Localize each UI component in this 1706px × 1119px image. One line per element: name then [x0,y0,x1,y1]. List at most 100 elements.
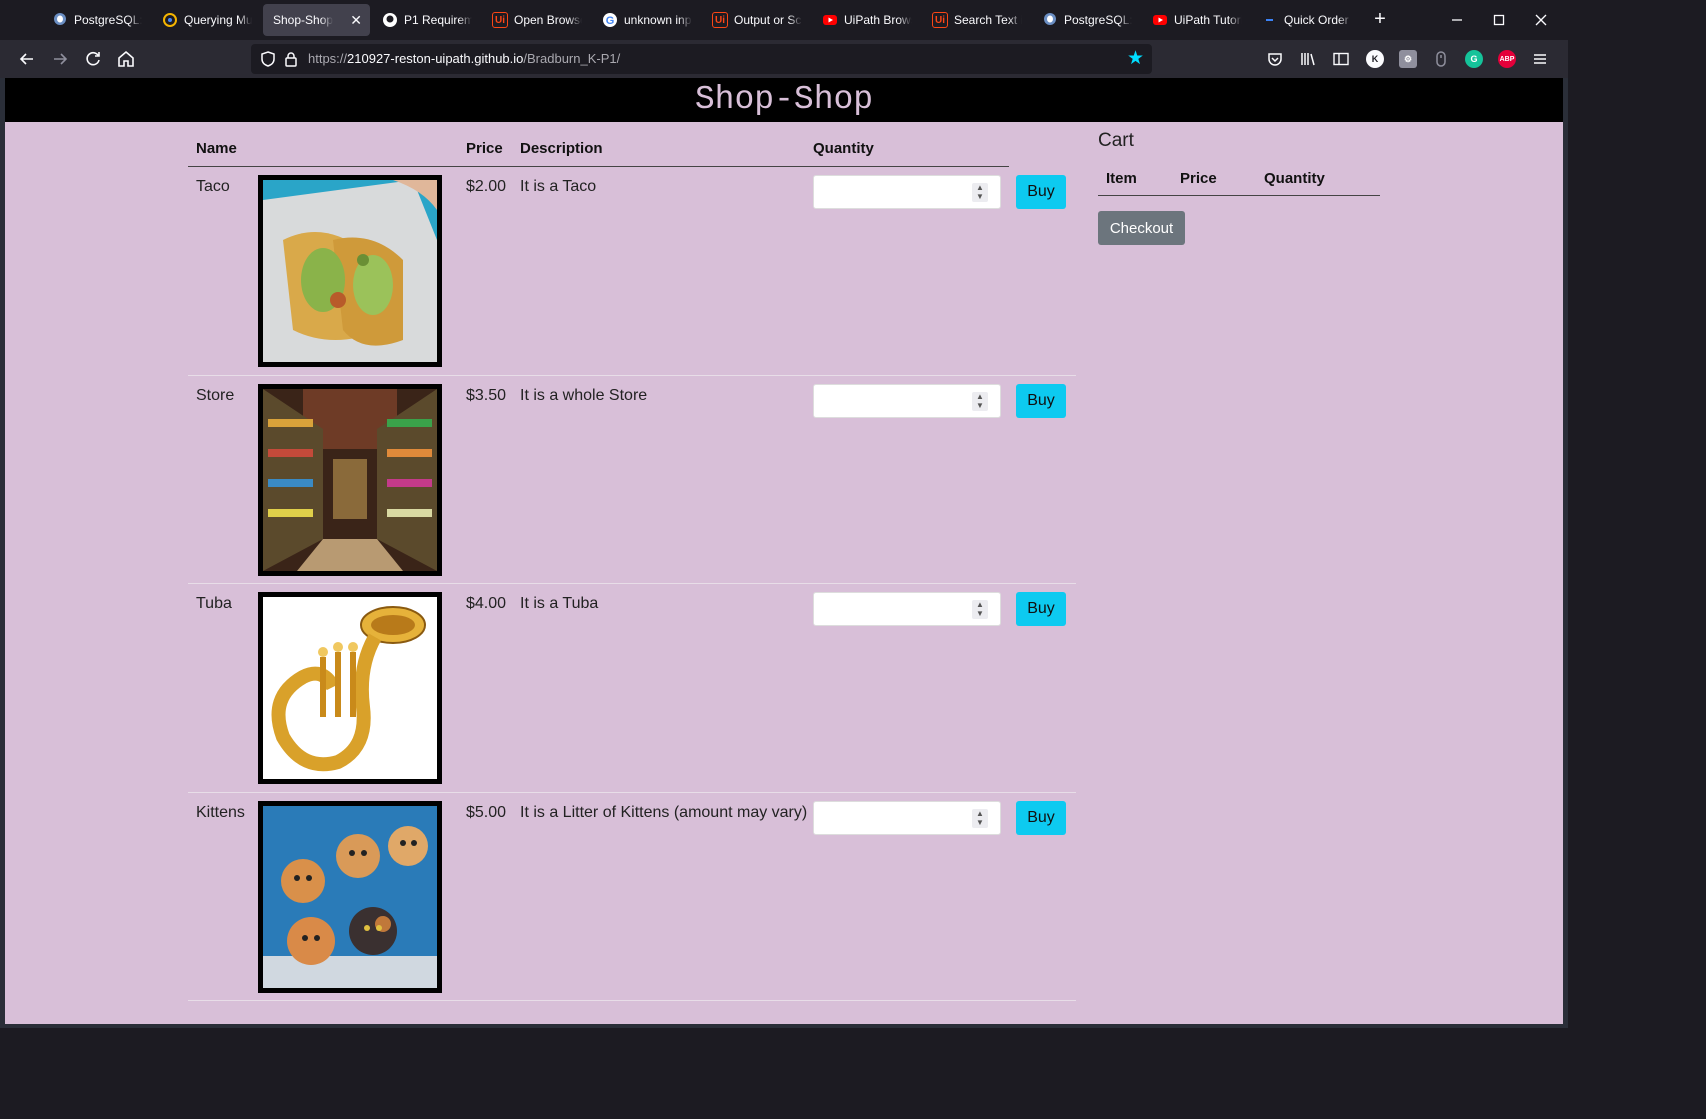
product-name: Taco [196,178,230,195]
quantity-stepper-icon[interactable]: ▲ ▼ [972,808,988,828]
url-bar[interactable]: https://210927-reston-uipath.github.io/B… [251,44,1152,74]
url-text[interactable]: https://210927-reston-uipath.github.io/B… [308,51,620,66]
library-icon[interactable] [1299,50,1317,68]
cart-panel: Cart Item Price Quantity Checkout [1098,130,1380,245]
url-protocol: https:// [308,51,348,66]
tab-title: Output or Scre [734,13,802,27]
tab-uipath-tutorial[interactable]: UiPath Tutorial [1142,4,1250,36]
products-table: Name Price Description Quantity Taco $2.… [188,134,1076,1001]
product-description: It is a whole Store [520,386,648,404]
close-tab-icon[interactable]: ✕ [342,12,362,29]
google-icon: G [602,12,618,28]
product-description: It is a Tuba [520,595,599,612]
close-window-icon[interactable] [1529,8,1553,32]
menu-icon[interactable] [1528,47,1552,71]
adblock-plus-icon[interactable]: ABP [1498,50,1516,68]
postgres-icon [1042,12,1058,28]
tuba-image [258,592,442,784]
product-row-store: Store $3.50 It is a whole Store ▲ ▼ Buy [188,376,1076,584]
product-description: It is a Litter of Kittens (amount may va… [520,803,808,821]
tab-title: PostgreSQL: D [74,13,142,27]
column-header-quantity: Quantity [813,140,874,157]
grammarly-icon[interactable]: G [1465,50,1483,68]
tab-uipath-browser[interactable]: UiPath Browse [812,4,920,36]
cart-title: Cart [1098,130,1134,151]
new-tab-button[interactable]: + [1369,8,1391,32]
maximize-icon[interactable] [1487,8,1511,32]
product-name: Tuba [196,595,232,612]
quantity-stepper-icon[interactable]: ▲ ▼ [972,183,988,202]
cart-column-item: Item [1106,170,1137,187]
product-price: $3.50 [466,386,507,404]
dash-icon [1262,12,1278,28]
product-row-tuba: Tuba $4.00 It is a Tuba ▲ ▼ Buy [188,584,1076,793]
github-icon [382,12,398,28]
product-row-kittens: Kittens $5.00 It is a Litter of Kittens … [188,793,1076,1001]
taco-image [258,175,442,367]
lock-icon[interactable] [283,50,299,68]
quantity-stepper-icon[interactable]: ▲ ▼ [972,600,988,619]
tab-title: UiPath Browse [844,13,912,27]
products-table-header: Name Price Description Quantity [188,134,1009,167]
svg-text:G: G [606,15,615,27]
tab-title: P1 Requiremen [404,13,472,27]
tab-postgresql-1[interactable]: PostgreSQL: D [42,4,150,36]
product-description: It is a Taco [520,178,597,195]
minimize-icon[interactable] [1445,8,1469,32]
mouse-extension-icon[interactable] [1432,50,1450,68]
buy-button[interactable]: Buy [1016,383,1066,418]
quantity-input[interactable]: ▲ ▼ [813,800,1001,835]
tab-quick-order[interactable]: Quick Order | [1252,4,1360,36]
bookmark-star-icon[interactable]: ★ [1127,47,1144,70]
product-price: $5.00 [466,803,507,821]
product-row-taco: Taco $2.00 It is a Taco ▲ ▼ Buy [188,167,1076,376]
page-title: Shop-Shop [5,78,1563,122]
sidebar-icon[interactable] [1332,50,1350,68]
tab-querying-mult[interactable]: Querying Mult [152,4,260,36]
reload-icon[interactable] [81,47,105,71]
buy-button[interactable]: Buy [1016,800,1066,835]
globe-icon [162,12,178,28]
postgres-icon [52,12,68,28]
quantity-stepper-icon[interactable]: ▲ ▼ [972,391,988,411]
tab-p1-requirements[interactable]: P1 Requiremen [372,4,480,36]
quantity-input[interactable]: ▲ ▼ [813,175,1001,209]
k-extension-icon[interactable]: K [1366,50,1384,68]
quantity-input[interactable]: ▲ ▼ [813,383,1001,418]
home-icon[interactable] [114,47,138,71]
tab-output-or-screen[interactable]: Ui Output or Scre [702,4,810,36]
product-price: $4.00 [466,595,507,612]
url-path: /Bradburn_K-P1/ [523,51,621,66]
cart-table-header: Item Price Quantity [1098,164,1380,196]
tab-search-text[interactable]: Ui Search Text in [922,4,1030,36]
uipath-icon: Ui [492,12,508,28]
url-host: 210927-reston-uipath.github.io [347,51,524,66]
navigation-toolbar: https://210927-reston-uipath.github.io/B… [0,40,1568,78]
forward-arrow-icon[interactable] [48,47,72,71]
tab-shop-shop[interactable]: Shop-Shop ✕ [263,4,370,36]
product-price: $2.00 [466,178,507,195]
tab-title: Search Text in [954,13,1022,27]
puzzle-extension-icon[interactable]: ⚙ [1399,50,1417,68]
store-image [258,383,442,576]
column-header-description: Description [520,140,603,157]
column-header-price: Price [466,140,503,157]
tab-postgresql-2[interactable]: PostgreSQL: D [1032,4,1140,36]
tracking-shield-icon[interactable] [259,50,277,68]
buy-button[interactable]: Buy [1016,592,1066,626]
column-header-name: Name [196,140,237,157]
product-name: Store [196,386,235,404]
tab-open-browser[interactable]: Ui Open Browser [482,4,590,36]
product-name: Kittens [196,803,245,821]
desktop-background-bottom [0,1024,1568,1028]
buy-button[interactable]: Buy [1016,175,1066,209]
checkout-button[interactable]: Checkout [1098,211,1185,245]
desktop-background-right [1563,78,1568,1028]
quantity-input[interactable]: ▲ ▼ [813,592,1001,626]
tab-unknown-input[interactable]: G unknown inpu [592,4,700,36]
tab-title: Open Browser [514,13,582,27]
back-arrow-icon[interactable] [15,47,39,71]
tab-title: unknown inpu [624,13,692,27]
uipath-icon: Ui [932,12,948,28]
pocket-icon[interactable] [1266,50,1284,68]
